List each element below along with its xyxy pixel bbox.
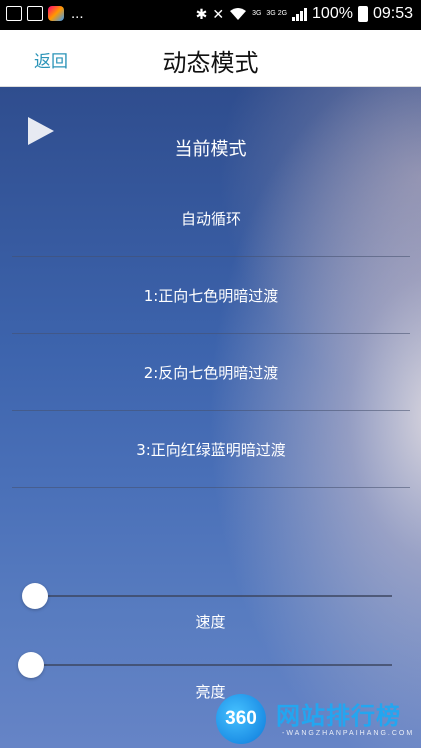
mode-item-3[interactable]: 3:正向红绿蓝明暗过渡: [12, 411, 410, 488]
battery-percent: 100%: [312, 5, 353, 22]
mode-item-1[interactable]: 1:正向七色明暗过渡: [12, 257, 410, 334]
mode-item-auto-cycle[interactable]: 自动循环: [12, 179, 410, 257]
status-left: ...: [6, 6, 84, 21]
status-time: 09:53: [372, 5, 413, 22]
360-logo: 360: [216, 694, 266, 744]
current-mode-label: 当前模式: [174, 139, 247, 160]
brightness-slider-thumb[interactable]: [18, 652, 44, 678]
mode-item-2[interactable]: 2:反向七色明暗过渡: [12, 334, 410, 411]
status-bar: ... ✱ ✕ 3G 3G 2G 100% 09:53: [0, 0, 421, 30]
colorful-app-icon: [48, 6, 64, 21]
mode-list: 自动循环 1:正向七色明暗过渡 2:反向七色明暗过渡 3:正向红绿蓝明暗过渡: [12, 179, 410, 488]
bluetooth-icon: ✱: [195, 5, 208, 22]
speed-label: 速度: [195, 613, 226, 631]
paw-app-icon: [27, 6, 43, 21]
network-type-1: 3G: [252, 10, 262, 17]
watermark-site-name: 网站排行榜: [276, 702, 401, 730]
status-right: ✱ ✕ 3G 3G 2G 100% 09:53: [196, 5, 413, 23]
speed-slider[interactable]: [22, 583, 392, 609]
main-panel: 当前模式 自动循环 1:正向七色明暗过渡 2:反向七色明暗过渡 3:正向红绿蓝明…: [0, 87, 421, 748]
speed-slider-thumb[interactable]: [22, 583, 48, 609]
battery-icon: [357, 6, 368, 22]
wifi-icon: [230, 8, 247, 20]
network-type-2: 3G 2G: [266, 10, 288, 17]
watermark-domain: -WANGZHANPAIHANG.COM: [282, 730, 415, 737]
page-title: 动态模式: [162, 49, 259, 77]
gallery-icon: [6, 6, 22, 21]
watermark: 360 网站排行榜 -WANGZHANPAIHANG.COM: [216, 692, 416, 748]
speed-slider-track[interactable]: [22, 595, 392, 597]
mute-icon: ✕: [212, 5, 225, 22]
header: 返回 动态模式: [0, 30, 421, 87]
signal-icon: [292, 7, 308, 21]
notification-more: ...: [71, 5, 84, 22]
brightness-slider[interactable]: [18, 652, 392, 678]
brightness-slider-track[interactable]: [18, 664, 392, 666]
